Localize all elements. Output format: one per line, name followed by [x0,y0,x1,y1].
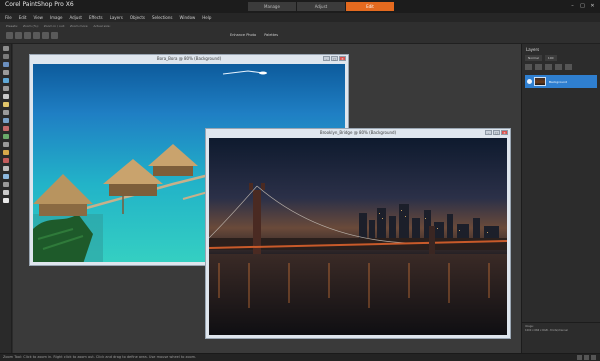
maximize-icon[interactable]: □ [331,56,338,61]
zoom-out-icon[interactable] [24,32,31,39]
flood-fill-icon[interactable] [3,150,9,155]
tool-options-icons [6,32,60,39]
minimize-icon[interactable]: – [568,2,577,10]
new-layer-icon[interactable] [525,64,532,70]
menu-adjust[interactable]: Adjust [69,13,82,22]
app-title: Corel PaintShop Pro X6 [5,1,74,8]
dropper-tool-icon[interactable] [3,78,9,83]
crop-tool-icon[interactable] [3,86,9,91]
layers-toolbar [522,61,600,73]
minimize-icon[interactable]: – [323,56,330,61]
image-info-value: 1000 x 666 x RGB - 8 bits/channel [525,329,568,332]
zoom-more-label: Zoom more: [69,24,89,28]
zoom-in-icon[interactable] [15,32,22,39]
palette-toggle-icon[interactable] [577,355,582,360]
window-buttons: – □ ✕ [322,56,346,61]
close-icon[interactable]: ✕ [588,2,597,10]
layers-palette: Layers Normal 100 Background [521,44,600,353]
paint-brush-icon[interactable] [3,126,9,131]
tools-toolbar [0,44,12,353]
pen-tool-icon[interactable] [3,182,9,187]
red-eye-tool-icon[interactable] [3,102,9,107]
menu-view[interactable]: View [33,13,43,22]
menu-effects[interactable]: Effects [89,13,103,22]
window-controls: – □ ✕ [567,2,597,10]
actual-size-icon[interactable] [42,32,49,39]
brooklyn-bridge-image[interactable] [209,138,507,335]
presets-label: Presets: [6,24,18,28]
brooklyn-bridge-window[interactable]: Brooklyn_Bridge @ 80% (Background) – □ ✕ [205,128,511,339]
status-icons [575,355,596,360]
info-icon[interactable] [591,355,596,360]
maximize-icon[interactable]: □ [578,2,587,10]
clone-brush-icon[interactable] [3,118,9,123]
pick-tool-icon[interactable] [3,62,9,67]
layer-name: Background [549,79,567,84]
menu-window[interactable]: Window [180,13,196,22]
pan-tool-icon[interactable] [3,46,9,51]
visibility-eye-icon[interactable] [527,79,532,84]
window-title: Bora_Bora @ 80% (Background) – □ ✕ [30,55,348,63]
histogram-icon[interactable] [584,355,589,360]
menu-file[interactable]: File [5,13,12,22]
tab-adjust[interactable]: Adjust [297,2,345,11]
link-layer-icon[interactable] [545,64,552,70]
enhance-palettes: Enhance Photo Palettes [230,32,286,39]
brooklyn-bridge-photo [209,138,507,335]
dodge-tool-icon[interactable] [3,134,9,139]
status-text: Zoom Tool: Click to zoom in. Right click… [3,355,197,359]
tab-edit[interactable]: Edit [346,2,394,11]
zoom-tool-icon[interactable] [3,54,9,59]
duplicate-layer-icon[interactable] [535,64,542,70]
image-info-panel: Image: 1000 x 666 x RGB - 8 bits/channel [521,322,600,353]
tool-options-bar: Presets: Zoom (%): Zoom in / out: Zoom m… [0,22,600,44]
title-bar: Corel PaintShop Pro X6 Manage Adjust Edi… [0,0,600,13]
workspace: Bora_Bora @ 80% (Background) – □ ✕ Brook… [13,44,521,353]
foreground-color-icon[interactable] [3,198,9,203]
menu-help[interactable]: Help [202,13,211,22]
window-title: Brooklyn_Bridge @ 80% (Background) – □ ✕ [206,129,510,137]
tab-manage[interactable]: Manage [248,2,296,11]
menu-objects[interactable]: Objects [130,13,145,22]
status-bar: Zoom Tool: Click to zoom in. Right click… [0,353,600,361]
blend-mode-select[interactable]: Normal [525,55,542,61]
minimize-icon[interactable]: – [485,130,492,135]
window-buttons: – □ ✕ [484,130,508,135]
warp-brush-icon[interactable] [3,190,9,195]
palettes-button[interactable]: Palettes [264,32,278,39]
maximize-icon[interactable]: □ [493,130,500,135]
actual-size-label: Actual size: [93,24,111,28]
zoom-percent-label: Zoom (%): [22,24,39,28]
menu-bar: File Edit View Image Adjust Effects Laye… [0,13,600,22]
fit-icon[interactable] [51,32,58,39]
selection-tool-icon[interactable] [3,70,9,75]
brooklyn-bridge-title: Brooklyn_Bridge @ 80% (Background) [319,130,397,135]
text-tool-icon[interactable] [3,166,9,171]
straighten-tool-icon[interactable] [3,94,9,99]
mode-tabs: Manage Adjust Edit [248,2,395,12]
layers-title: Layers [526,47,540,52]
layer-row[interactable]: Background [525,75,597,88]
menu-layers[interactable]: Layers [110,13,123,22]
tool-options-labels: Presets: Zoom (%): Zoom in / out: Zoom m… [6,24,116,28]
zoom-more-icon[interactable] [33,32,40,39]
picture-tube-icon[interactable] [3,158,9,163]
layer-thumbnail [534,77,546,86]
enhance-photo-button[interactable]: Enhance Photo [230,32,256,39]
eraser-tool-icon[interactable] [3,142,9,147]
bora-bora-title: Bora_Bora @ 80% (Background) [156,56,222,61]
close-icon[interactable]: ✕ [339,56,346,61]
zoom-in-out-label: Zoom in / out: [43,24,65,28]
menu-selections[interactable]: Selections [152,13,173,22]
menu-image[interactable]: Image [50,13,63,22]
preset-icon[interactable] [6,32,13,39]
preset-shape-icon[interactable] [3,174,9,179]
close-icon[interactable]: ✕ [501,130,508,135]
delete-layer-icon[interactable] [565,64,572,70]
mask-layer-icon[interactable] [555,64,562,70]
menu-edit[interactable]: Edit [19,13,27,22]
makeover-tool-icon[interactable] [3,110,9,115]
opacity-field[interactable]: 100 [544,55,557,61]
